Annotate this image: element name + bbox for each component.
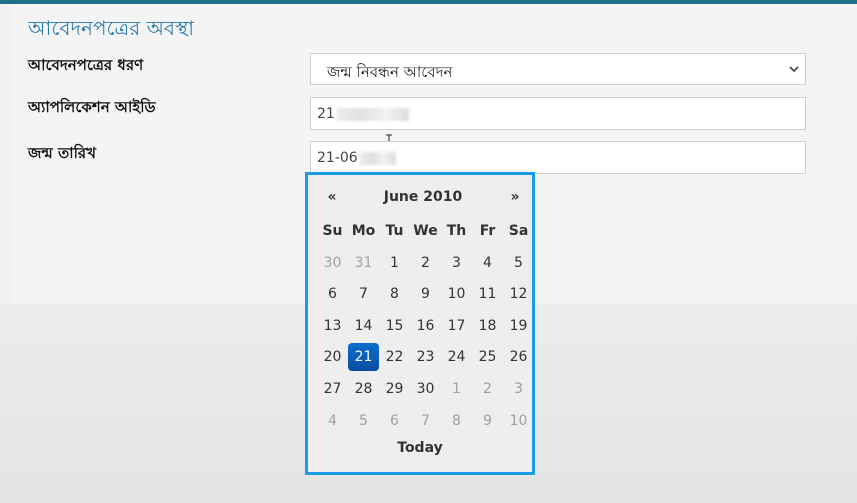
day-cell[interactable]: 5 [503,249,534,277]
weekday-label: Tu [385,223,404,239]
day-cell[interactable]: 1 [441,375,472,403]
day-cell[interactable]: 22 [379,343,410,371]
month-year-title[interactable]: June 2010 [348,189,498,205]
weekday-label: Th [446,223,467,239]
day-cell[interactable]: 3 [441,249,472,277]
previous-month-button[interactable]: « [317,189,347,205]
day-cell[interactable]: 8 [379,280,410,308]
day-cell[interactable]: 14 [348,312,379,340]
today-button[interactable]: Today [308,440,532,456]
day-cell[interactable]: 19 [503,312,534,340]
day-cell[interactable]: 15 [379,312,410,340]
day-cell[interactable]: 3 [503,375,534,403]
weekday-label: Mo [351,223,376,239]
weekday-label: Sa [508,223,529,239]
weekday-label: Su [322,223,343,239]
day-cell[interactable]: 17 [441,312,472,340]
day-cell[interactable]: 7 [410,407,441,435]
day-cell[interactable]: 31 [348,249,379,277]
redacted-blur [336,107,409,121]
week-row: 4 5 6 7 8 9 10 [317,407,534,439]
day-cell[interactable]: 27 [317,375,348,403]
application-type-select[interactable]: জন্ম নিবন্ধন আবেদন [310,53,806,85]
day-cell[interactable]: 1 [379,249,410,277]
selected-day[interactable]: 21 [348,343,379,372]
week-row: 20 21 22 23 24 25 26 [317,343,534,375]
day-cell[interactable]: 11 [472,280,503,308]
day-cell[interactable]: 24 [441,343,472,371]
weekday-label: We [413,223,438,239]
week-row: 27 28 29 30 1 2 3 [317,375,534,407]
day-cell[interactable]: 5 [348,407,379,435]
application-id-text: 21 [317,106,335,122]
application-type-label: আবেদনপত্রের ধরণ [28,56,144,74]
day-cell[interactable]: 2 [410,249,441,277]
section-title: আবেদনপত্রের অবস্থা [28,16,195,40]
week-row: 30 31 1 2 3 4 5 [317,249,534,281]
day-cell[interactable]: 28 [348,375,379,403]
day-cell[interactable]: 4 [317,407,348,435]
day-cell[interactable]: 16 [410,312,441,340]
day-cell[interactable]: 6 [317,280,348,308]
day-cell[interactable]: 20 [317,343,348,371]
redacted-blur [359,151,396,165]
application-id-input[interactable]: 21 [310,97,806,130]
day-cell[interactable]: 9 [472,407,503,435]
date-of-birth-value: 21-06 [317,150,396,166]
day-cell[interactable]: 7 [348,280,379,308]
day-cell[interactable]: 10 [503,407,534,435]
day-cell[interactable]: 6 [379,407,410,435]
next-month-button[interactable]: » [500,189,530,205]
day-cell[interactable]: 30 [410,375,441,403]
datepicker-header: « June 2010 » [308,187,532,209]
date-of-birth-text: 21-06 [317,150,358,166]
day-cell[interactable]: 4 [472,249,503,277]
application-type-value: জন্ম নিবন্ধন আবেদন [327,63,453,81]
day-cell[interactable]: 13 [317,312,348,340]
day-cell[interactable]: 18 [472,312,503,340]
week-row: 6 7 8 9 10 11 12 [317,280,534,312]
day-cell[interactable]: 25 [472,343,503,371]
day-cell[interactable]: 29 [379,375,410,403]
date-of-birth-label: জন্ম তারিখ [28,144,96,162]
application-id-label: অ্যাপলিকেশন আইডি [28,98,156,116]
day-cell[interactable]: 12 [503,280,534,308]
day-cell[interactable]: 8 [441,407,472,435]
day-cell[interactable]: 23 [410,343,441,371]
day-cell[interactable]: 2 [472,375,503,403]
application-id-value: 21 [317,106,409,122]
week-row: 13 14 15 16 17 18 19 [317,312,534,344]
weekday-label: Fr [479,223,496,239]
datepicker-popup: « June 2010 » Su Mo Tu We Th Fr Sa 30 31 1 2 3 4 5 6 7 8… [305,172,535,475]
chevron-down-icon [789,66,799,73]
date-of-birth-input[interactable]: 21-06 [310,141,806,174]
day-cell[interactable]: 26 [503,343,534,371]
datepicker-grid: Su Mo Tu We Th Fr Sa 30 31 1 2 3 4 5 6 7 8 9 10 11 12 13 14 15 1… [317,217,534,438]
day-cell[interactable]: 10 [441,280,472,308]
day-cell[interactable]: 9 [410,280,441,308]
weekday-header-row: Su Mo Tu We Th Fr Sa [317,217,534,249]
day-cell[interactable]: 30 [317,249,348,277]
